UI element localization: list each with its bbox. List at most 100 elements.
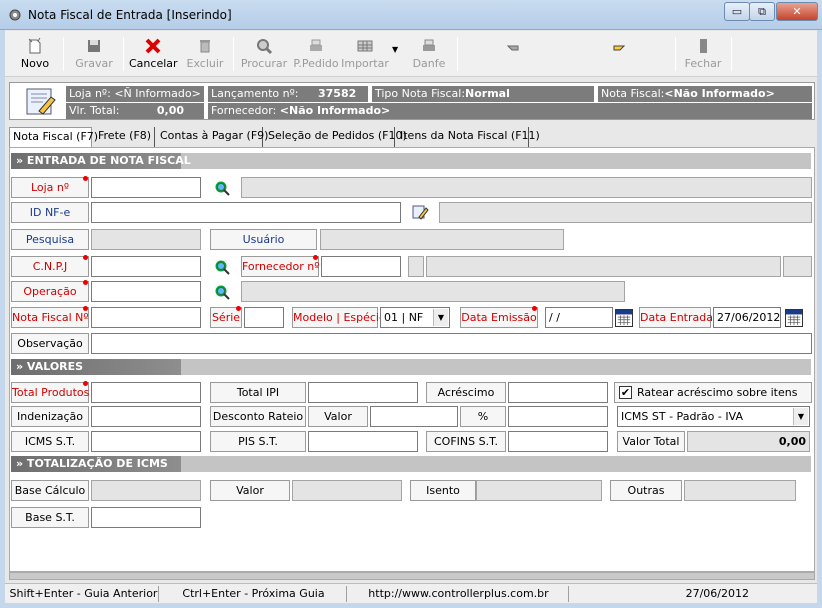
importar-label: Importar [341, 57, 389, 70]
door-icon [700, 39, 707, 53]
cnpj-input[interactable] [91, 256, 201, 277]
pisst-input[interactable] [308, 431, 418, 452]
basecalculo-label: Base Cálculo [11, 480, 89, 501]
tab-selecao-pedidos[interactable]: Seleção de Pedidos (F10) [265, 127, 407, 147]
pisst-label: PIS S.T. [210, 431, 306, 452]
desconto-percent-input[interactable] [508, 406, 608, 427]
vlr-label: Vlr. Total: [69, 104, 120, 117]
indenizacao-label: Indenização [11, 406, 89, 427]
horizontal-scrollbar[interactable] [9, 572, 815, 580]
icmsst-input[interactable] [91, 431, 201, 452]
totalipi-input[interactable] [308, 382, 418, 403]
nfe-lookup-icon[interactable] [410, 203, 430, 221]
fornecedor-label: Fornecedor: [211, 104, 277, 117]
totalipi-label: Total IPI [210, 382, 306, 403]
cancelar-label: Cancelar [129, 57, 178, 70]
dataentrada-input[interactable]: 27/06/2012 [713, 307, 781, 328]
status-bar: Shift+Enter - Guia Anterior Ctrl+Enter -… [5, 583, 817, 603]
calendar-icon[interactable] [785, 309, 803, 327]
idnfe-input[interactable] [91, 202, 401, 223]
toolbar-separator [233, 37, 234, 71]
dataemissao-input[interactable]: / / [545, 307, 613, 328]
required-dot [532, 306, 537, 311]
window-title: Nota Fiscal de Entrada [Inserindo] [28, 8, 232, 22]
search-globe-icon[interactable] [214, 259, 230, 275]
search-globe-icon[interactable] [214, 284, 230, 300]
section-fill [181, 456, 811, 472]
notafiscal-input[interactable] [91, 307, 201, 328]
tab-nota-fiscal[interactable]: Nota Fiscal (F7) [9, 127, 98, 147]
section-icms-title: » TOTALIZAÇÃO DE ICMS [16, 457, 168, 470]
loja-input[interactable] [91, 177, 201, 198]
status-date: 27/06/2012 [685, 587, 749, 600]
nota-label: Nota Fiscal: [601, 87, 665, 100]
tab-frete[interactable]: Frete (F8) [95, 127, 155, 147]
procurar-button[interactable]: Procurar [239, 33, 289, 75]
required-dot [83, 280, 88, 285]
cancel-x-icon [145, 38, 161, 54]
fechar-button[interactable]: Fechar [681, 33, 725, 75]
serie-input[interactable] [244, 307, 284, 328]
operacao-label: Operação [11, 280, 89, 302]
fornecedor-input[interactable] [321, 256, 401, 277]
trash-icon [200, 40, 210, 53]
danfe-button[interactable]: Danfe [407, 33, 451, 75]
ppedido-button[interactable]: P.Pedido [291, 33, 341, 75]
tab-itens-nota[interactable]: Itens da Nota Fiscal (F11) [397, 127, 540, 147]
observacao-label: Observação [11, 333, 89, 354]
printer-icon [310, 39, 322, 51]
restore-button[interactable]: ⧉ [749, 2, 775, 21]
app-gear-icon [9, 9, 21, 21]
operacao-input[interactable] [91, 281, 201, 302]
previous-hand-button[interactable] [499, 33, 529, 75]
ratear-checkbox[interactable]: ✔ [619, 386, 632, 399]
lancamento-value: 37582 [317, 87, 357, 100]
required-dot [83, 255, 88, 260]
close-button[interactable]: ✕ [776, 2, 818, 21]
basest-input[interactable] [91, 507, 201, 528]
ratear-checkbox-row[interactable]: ✔ Ratear acréscimo sobre itens [614, 382, 812, 403]
gravar-button[interactable]: Gravar [71, 33, 117, 75]
novo-button[interactable]: Novo [13, 33, 57, 75]
modelo-select[interactable]: 01 | NF ▼ [380, 307, 450, 328]
importar-dropdown-icon[interactable]: ▼ [392, 45, 398, 54]
desconto-valor-input[interactable] [370, 406, 458, 427]
fechar-label: Fechar [684, 57, 722, 70]
minimize-button[interactable]: ▭ [724, 2, 750, 21]
toolbar-separator [63, 37, 64, 71]
excluir-button[interactable]: Excluir [183, 33, 227, 75]
required-dot [236, 306, 241, 311]
icmsst-select-value: ICMS ST - Padrão - IVA [621, 410, 743, 423]
tipo-value: Normal [465, 87, 510, 100]
next-hand-button[interactable] [603, 33, 633, 75]
cancelar-button[interactable]: Cancelar [129, 33, 178, 75]
lancamento-label: Lançamento nº: [211, 87, 299, 100]
calendar-icon[interactable] [615, 309, 633, 327]
icmsst-type-select[interactable]: ICMS ST - Padrão - IVA ▼ [617, 406, 810, 427]
fornecedor-value: <Não Informado> [279, 104, 391, 117]
idnfe-description-field [439, 202, 812, 223]
fornecedor-name-field [426, 256, 781, 277]
basest-label: Base S.T. [11, 507, 89, 528]
operacao-label-text: Operação [23, 285, 77, 298]
section-entrada-title: » ENTRADA DE NOTA FISCAL [16, 154, 191, 167]
importar-button[interactable]: Importar [341, 33, 389, 75]
totalprodutos-input[interactable] [91, 382, 201, 403]
search-icon [257, 39, 273, 55]
section-valores-title: » VALORES [16, 360, 84, 373]
tab-contas-pagar[interactable]: Contas à Pagar (F9) [157, 127, 268, 147]
isento-label: Isento [410, 480, 476, 501]
procurar-label: Procurar [240, 57, 288, 70]
acrescimo-input[interactable] [508, 382, 608, 403]
cofinsst-input[interactable] [508, 431, 608, 452]
descontorateio-label: Desconto Rateio [210, 406, 306, 427]
status-proxima: Ctrl+Enter - Próxima Guia [161, 586, 347, 602]
ppedido-label: P.Pedido [293, 57, 339, 70]
cnpj-label-text: C.N.P.J [32, 260, 68, 273]
nota-value: <Não Informado> [664, 87, 775, 100]
header-info-panel: Loja nº: <Ñ Informado> Lançamento nº: 37… [9, 82, 815, 120]
search-globe-icon[interactable] [214, 180, 230, 196]
indenizacao-input[interactable] [91, 406, 201, 427]
loja-label: Loja nº [11, 176, 89, 198]
observacao-input[interactable] [91, 333, 812, 354]
